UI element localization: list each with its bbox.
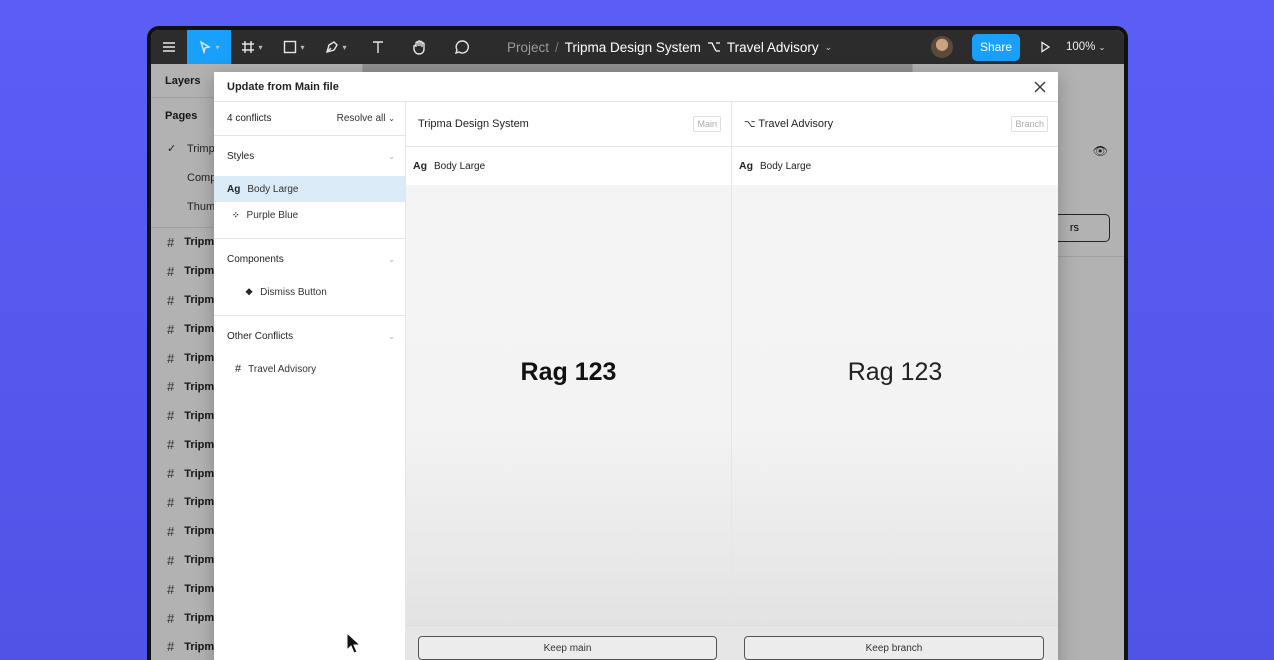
version-tag: Branch [1011, 116, 1048, 132]
other-conflicts-section: Other Conflicts ⌄ # Travel Advisory [214, 316, 405, 392]
preview-sample: Rag 123 [847, 358, 943, 386]
keep-main-button[interactable]: Keep main [418, 636, 717, 660]
conflicts-count: 4 conflicts [227, 113, 272, 124]
file-name[interactable]: Tripma Design System [565, 40, 701, 55]
shape-tool-button[interactable]: ▾ [273, 30, 315, 64]
main-menu-button[interactable] [151, 30, 187, 64]
components-section: Components ⌄ ❖ Dismiss Button [214, 239, 405, 316]
frame-tool-button[interactable]: ▾ [231, 30, 273, 64]
zoom-value: 100% [1066, 41, 1096, 53]
section-header[interactable]: Components ⌄ [214, 239, 405, 279]
text-style-icon: Ag [227, 183, 241, 195]
chevron-down-icon: ▾ [258, 42, 263, 52]
chevron-down-icon: ⌄ [388, 254, 395, 264]
device-frame: ▾ ▾ ▾ ▾ Project / Tripma Design System T… [147, 26, 1128, 660]
section-label: Components [227, 253, 284, 265]
hamburger-icon [163, 42, 175, 52]
preview-sample: Rag 123 [520, 358, 617, 386]
resolve-all-dropdown[interactable]: Resolve all ⌄ [337, 113, 395, 124]
style-name: Body Large [434, 160, 486, 172]
hand-tool-button[interactable] [399, 30, 441, 64]
app-screen: ▾ ▾ ▾ ▾ Project / Tripma Design System T… [151, 30, 1124, 660]
conflicts-bar: 4 conflicts Resolve all ⌄ [214, 102, 405, 136]
section-header[interactable]: Other Conflicts ⌄ [214, 316, 405, 356]
main-version-column: Tripma Design System Main Ag Body Large … [406, 102, 732, 660]
chevron-down-icon: ⌄ [388, 331, 395, 341]
hand-icon [413, 40, 425, 55]
branch-name[interactable]: Travel Advisory [727, 40, 819, 55]
column-header: Tripma Design System Main [406, 102, 731, 147]
style-name: Body Large [760, 160, 812, 172]
style-row: Ag Body Large [406, 147, 731, 185]
section-label: Other Conflicts [227, 330, 294, 342]
item-label: Body Large [247, 183, 299, 195]
section-header[interactable]: Styles ⌄ [214, 136, 405, 176]
chevron-down-icon: ⌄ [1098, 43, 1106, 52]
version-tag: Main [693, 116, 721, 132]
style-preview: Rag 123 [732, 185, 1058, 625]
component-icon: ❖ [245, 286, 254, 297]
resolve-all-label: Resolve all [336, 113, 386, 124]
styles-section: Styles ⌄ Ag Body Large ⁘ Purple Blue [214, 136, 405, 239]
branch-version-column: ⌥ Travel Advisory Branch Ag Body Large R… [732, 102, 1058, 660]
file-title[interactable]: Project / Tripma Design System Travel Ad… [507, 30, 832, 64]
text-style-icon: Ag [739, 160, 753, 172]
conflict-item[interactable]: # Travel Advisory [214, 356, 405, 382]
branch-icon: ⌥ [744, 119, 756, 130]
close-button[interactable] [1030, 77, 1050, 97]
move-tool-button[interactable]: ▾ [187, 30, 231, 64]
pen-icon [326, 41, 339, 54]
close-icon [1034, 81, 1046, 93]
conflict-item[interactable]: Ag Body Large [214, 176, 405, 202]
column-title: Travel Advisory [758, 118, 834, 130]
item-label: Travel Advisory [248, 363, 317, 375]
frame-hash-icon: # [235, 363, 242, 375]
play-icon [1041, 41, 1051, 53]
toolbar: ▾ ▾ ▾ ▾ Project / Tripma Design System T… [151, 30, 1124, 64]
text-icon [373, 41, 383, 53]
cursor-arrow-icon [200, 40, 212, 54]
style-row: Ag Body Large [732, 147, 1058, 185]
conflict-item[interactable]: ⁘ Purple Blue [214, 202, 405, 228]
style-preview: Rag 123 [406, 185, 731, 625]
share-button[interactable]: Share [972, 33, 1020, 61]
pen-tool-button[interactable]: ▾ [315, 30, 357, 64]
item-label: Dismiss Button [260, 286, 327, 298]
chevron-down-icon: ⌄ [388, 151, 395, 161]
dialog-title: Update from Main file [214, 72, 1058, 102]
chevron-down-icon: ▾ [342, 42, 347, 52]
branch-icon [707, 42, 720, 52]
breadcrumb-separator: / [555, 39, 559, 55]
keep-branch-button[interactable]: Keep branch [744, 636, 1044, 660]
text-style-icon: Ag [413, 160, 427, 172]
column-footer: Keep main [406, 625, 731, 660]
toolbar-right: Share 100% ⌄ [931, 30, 1124, 64]
present-button[interactable] [1032, 41, 1058, 53]
chevron-down-icon: ⌄ [388, 114, 395, 123]
comment-icon [454, 40, 469, 55]
project-label[interactable]: Project [507, 40, 549, 55]
column-header: ⌥ Travel Advisory Branch [732, 102, 1058, 147]
conflict-item[interactable]: ❖ Dismiss Button [214, 279, 405, 305]
item-label: Purple Blue [246, 209, 299, 221]
mouse-cursor-icon [346, 632, 360, 654]
column-footer: Keep branch [732, 625, 1058, 660]
conflict-list: 4 conflicts Resolve all ⌄ Styles ⌄ Ag Body… [214, 102, 406, 660]
column-title-wrap: ⌥ Travel Advisory [744, 118, 833, 130]
zoom-dropdown[interactable]: 100% ⌄ [1066, 41, 1124, 53]
color-style-icon: ⁘ [232, 209, 240, 220]
text-tool-button[interactable] [357, 30, 399, 64]
section-label: Styles [227, 150, 255, 162]
update-dialog: Update from Main file 4 conflicts Resolv… [214, 72, 1058, 660]
avatar[interactable] [931, 36, 953, 58]
rectangle-icon [284, 40, 297, 54]
chevron-down-icon: ▾ [215, 42, 220, 52]
column-title: Tripma Design System [418, 118, 529, 130]
comment-tool-button[interactable] [441, 30, 483, 64]
frame-hash-icon [242, 41, 255, 53]
chevron-down-icon: ⌄ [824, 41, 833, 52]
chevron-down-icon: ▾ [300, 42, 305, 52]
